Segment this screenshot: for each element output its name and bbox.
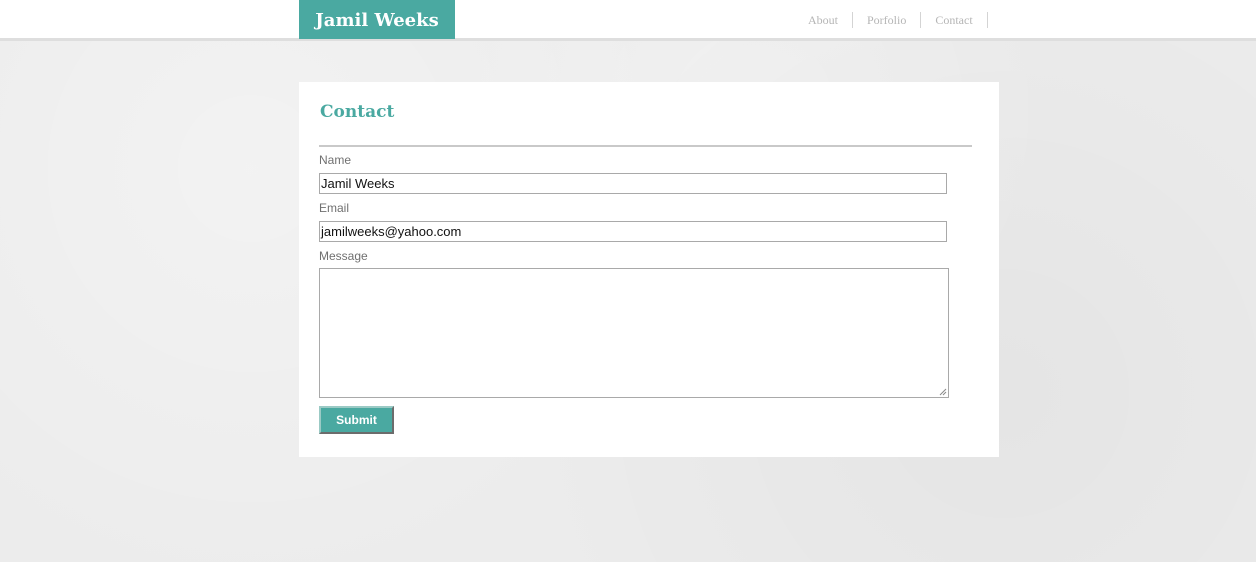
nav-item-about[interactable]: About [794, 12, 853, 28]
nav-item-contact[interactable]: Contact [921, 12, 988, 28]
email-input[interactable]: jamilweeks@yahoo.com [319, 221, 947, 242]
message-label: Message [319, 249, 368, 263]
name-label: Name [319, 153, 352, 167]
submit-button[interactable]: Submit [319, 406, 394, 434]
resize-handle-icon[interactable] [939, 388, 947, 396]
message-textarea[interactable] [319, 268, 949, 398]
main-nav: About Porfolio Contact [794, 12, 988, 28]
title-divider [319, 145, 972, 147]
page-title: Contact [320, 102, 395, 122]
nav-item-portfolio[interactable]: Porfolio [853, 12, 922, 28]
contact-card: Contact Name Jamil Weeks Email jamilweek… [299, 82, 999, 457]
site-header: Jamil Weeks About Porfolio Contact [0, 0, 1256, 41]
email-label: Email [319, 201, 350, 215]
site-logo[interactable]: Jamil Weeks [299, 0, 455, 39]
name-input[interactable]: Jamil Weeks [319, 173, 947, 194]
